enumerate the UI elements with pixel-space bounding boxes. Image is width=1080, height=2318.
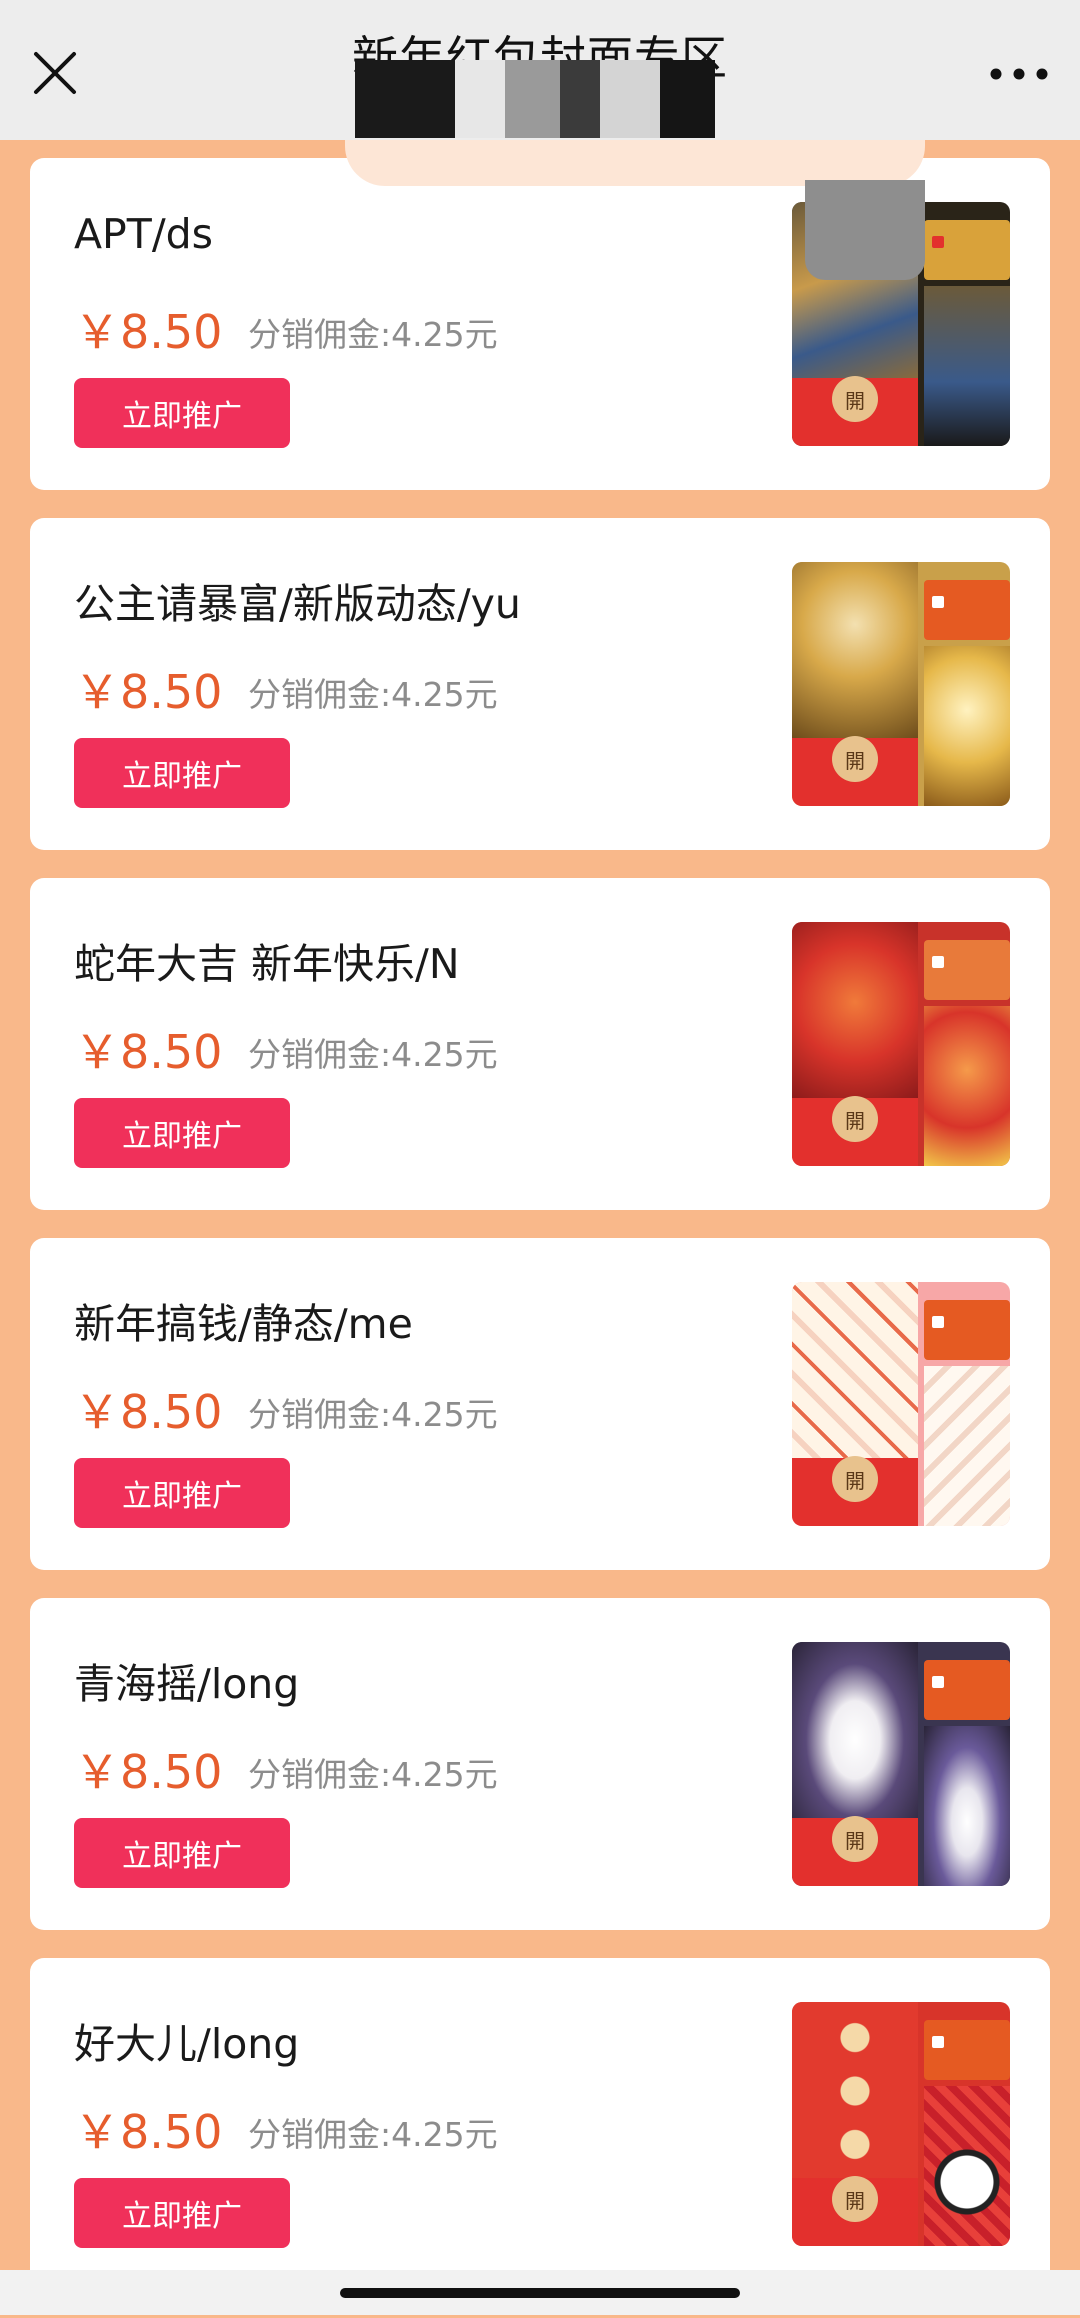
cover-title: 公主请暴富/新版动态/yu [74,580,521,628]
cover-thumbnail[interactable]: 開 [792,1282,1010,1526]
cover-card[interactable]: 公主请暴富/新版动态/yu ￥8.50 分销佣金:4.25元 立即推广 開 [30,518,1050,850]
cover-card[interactable]: 青海摇/long ￥8.50 分销佣金:4.25元 立即推广 開 [30,1598,1050,1930]
open-seal-icon: 開 [832,736,878,782]
cover-card[interactable]: 好大儿/long ￥8.50 分销佣金:4.25元 立即推广 開 [30,1958,1050,2290]
redaction-overlay [805,180,925,280]
home-indicator-area [0,2270,1080,2315]
cover-title: 新年搞钱/静态/me [74,1300,413,1348]
open-seal-icon: 開 [832,376,878,422]
cover-title: 青海摇/long [74,1660,300,1708]
price: ￥8.50 [74,665,223,719]
promote-button[interactable]: 立即推广 [74,1458,290,1528]
privacy-mosaic [355,60,715,138]
price: ￥8.50 [74,305,223,359]
open-seal-icon: 開 [832,1456,878,1502]
cover-thumbnail[interactable]: 開 [792,1642,1010,1886]
cover-thumbnail[interactable]: 開 [792,562,1010,806]
price: ￥8.50 [74,1385,223,1439]
commission-text: 分销佣金:4.25元 [248,315,498,354]
top-navbar: 新年红包封面专区 [0,0,1080,140]
promote-button[interactable]: 立即推广 [74,378,290,448]
commission-text: 分销佣金:4.25元 [248,1755,498,1794]
promote-button[interactable]: 立即推广 [74,1818,290,1888]
promote-button[interactable]: 立即推广 [74,2178,290,2248]
cover-list: APT/ds ￥8.50 分销佣金:4.25元 立即推广 開 公主请暴富/新版动… [30,158,1050,2318]
home-indicator[interactable] [340,2288,740,2298]
open-seal-icon: 開 [832,1096,878,1142]
price: ￥8.50 [74,1745,223,1799]
open-seal-icon: 開 [832,1816,878,1862]
promote-button[interactable]: 立即推广 [74,738,290,808]
cover-card[interactable]: 新年搞钱/静态/me ￥8.50 分销佣金:4.25元 立即推广 開 [30,1238,1050,1570]
commission-text: 分销佣金:4.25元 [248,2115,498,2154]
cover-title: 蛇年大吉 新年快乐/N [74,940,460,988]
open-seal-icon: 開 [832,2176,878,2222]
cover-title: APT/ds [74,210,214,258]
commission-text: 分销佣金:4.25元 [248,675,498,714]
promote-button[interactable]: 立即推广 [74,1098,290,1168]
price: ￥8.50 [74,1025,223,1079]
cover-title: 好大儿/long [74,2020,300,2068]
more-options-icon[interactable] [984,52,1054,96]
commission-text: 分销佣金:4.25元 [248,1035,498,1074]
cover-card[interactable]: 蛇年大吉 新年快乐/N ￥8.50 分销佣金:4.25元 立即推广 開 [30,878,1050,1210]
price: ￥8.50 [74,2105,223,2159]
header-overlay [345,138,925,186]
cover-thumbnail[interactable]: 開 [792,922,1010,1166]
commission-text: 分销佣金:4.25元 [248,1395,498,1434]
cover-thumbnail[interactable]: 開 [792,2002,1010,2246]
